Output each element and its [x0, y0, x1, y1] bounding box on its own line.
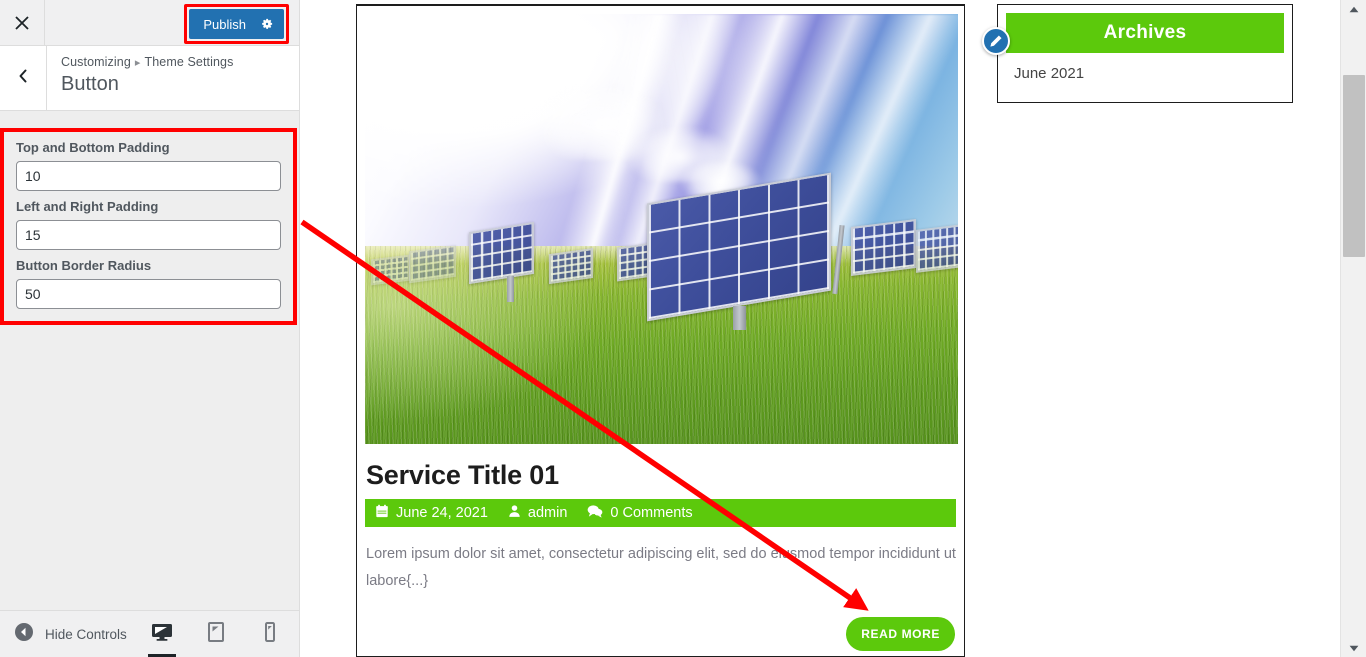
scrollbar-thumb[interactable]: [1343, 75, 1365, 257]
breadcrumb-root: Customizing: [61, 55, 131, 69]
panel-leg: [507, 276, 515, 303]
customizer-sidebar: Publish Customizing ▸ Theme Settings But…: [0, 0, 300, 657]
comments-icon: [587, 504, 603, 522]
control-button-border-radius: Button Border Radius: [16, 258, 281, 309]
post-featured-image: [365, 14, 958, 444]
post-date-text: June 24, 2021: [396, 505, 488, 521]
post-author: admin: [508, 504, 568, 522]
post-meta-bar: June 24, 2021 admin 0 Comments: [365, 499, 956, 527]
sidebar-widget-area: Archives June 2021: [982, 4, 1293, 103]
collapse-left-icon: [14, 622, 34, 647]
panel-leg: [732, 306, 746, 331]
post-author-text: admin: [527, 505, 568, 521]
browser-scrollbar[interactable]: [1340, 0, 1366, 657]
tablet-icon: [207, 621, 225, 648]
archives-widget-title: Archives: [1006, 13, 1284, 53]
gear-icon[interactable]: [260, 17, 274, 31]
chevron-left-icon: [17, 68, 29, 89]
solar-panel: [468, 221, 534, 284]
publish-area: Publish: [184, 4, 289, 44]
post-title[interactable]: Service Title 01: [365, 460, 956, 491]
device-preview-switcher: [147, 611, 285, 657]
control-left-right-padding: Left and Right Padding: [16, 199, 281, 250]
site-preview-frame[interactable]: Service Title 01 June 24, 2021 admin 0 C…: [301, 0, 1340, 657]
read-more-button[interactable]: READ MORE: [846, 616, 955, 651]
publish-button[interactable]: Publish: [189, 9, 284, 39]
button-border-radius-label: Button Border Radius: [16, 258, 152, 273]
scroll-down-arrow-icon[interactable]: [1341, 639, 1366, 657]
button-settings-highlight-box: Top and Bottom Padding Left and Right Pa…: [0, 128, 297, 325]
publish-highlight-box: Publish: [184, 4, 289, 44]
button-border-radius-input[interactable]: [16, 279, 281, 309]
archives-widget: Archives June 2021: [982, 4, 1293, 103]
breadcrumb-parent: Theme Settings: [144, 55, 234, 69]
back-button[interactable]: [0, 46, 47, 110]
scroll-up-arrow-icon[interactable]: [1341, 0, 1366, 18]
hide-controls-button[interactable]: Hide Controls: [0, 622, 127, 647]
control-top-bottom-padding: Top and Bottom Padding: [16, 140, 281, 191]
panel-titles: Customizing ▸ Theme Settings Button: [47, 46, 233, 110]
read-more-row: READ MORE: [365, 616, 956, 651]
close-icon: [14, 15, 30, 31]
sidebar-footer: Hide Controls: [0, 610, 299, 657]
post-comments-text: 0 Comments: [610, 505, 693, 521]
panel-header: Customizing ▸ Theme Settings Button: [0, 46, 299, 111]
desktop-icon: [151, 622, 173, 647]
post-card: Service Title 01 June 24, 2021 admin 0 C…: [356, 4, 965, 657]
customizer-screen: Publish Customizing ▸ Theme Settings But…: [0, 0, 1366, 657]
device-mobile-button[interactable]: [255, 612, 285, 657]
device-desktop-button[interactable]: [147, 612, 177, 657]
mobile-icon: [263, 621, 277, 648]
top-bottom-padding-label: Top and Bottom Padding: [16, 140, 170, 155]
page-title: Button: [61, 73, 119, 95]
close-customizer-button[interactable]: [0, 0, 45, 45]
solar-panel: [851, 218, 917, 276]
solar-panel: [916, 223, 958, 273]
user-icon: [508, 504, 521, 522]
pencil-edit-icon[interactable]: [982, 27, 1010, 55]
left-right-padding-input[interactable]: [16, 220, 281, 250]
hide-controls-label: Hide Controls: [45, 626, 127, 642]
publish-label: Publish: [203, 16, 246, 32]
post-comments: 0 Comments: [587, 504, 693, 522]
left-right-padding-label: Left and Right Padding: [16, 199, 159, 214]
breadcrumb: Customizing ▸ Theme Settings: [61, 55, 233, 69]
customizer-header: Publish: [0, 0, 299, 46]
top-bottom-padding-input[interactable]: [16, 161, 281, 191]
breadcrumb-separator: ▸: [134, 57, 141, 69]
archives-widget-list: June 2021: [1006, 53, 1284, 94]
list-item[interactable]: June 2021: [1014, 65, 1276, 82]
solar-panel: [548, 247, 594, 284]
post-date: June 24, 2021: [375, 504, 488, 522]
device-tablet-button[interactable]: [201, 612, 231, 657]
site-content: Service Title 01 June 24, 2021 admin 0 C…: [356, 0, 1340, 657]
post-excerpt: Lorem ipsum dolor sit amet, consectetur …: [366, 546, 956, 589]
solar-panel: [370, 254, 410, 286]
calendar-icon: [375, 504, 389, 522]
